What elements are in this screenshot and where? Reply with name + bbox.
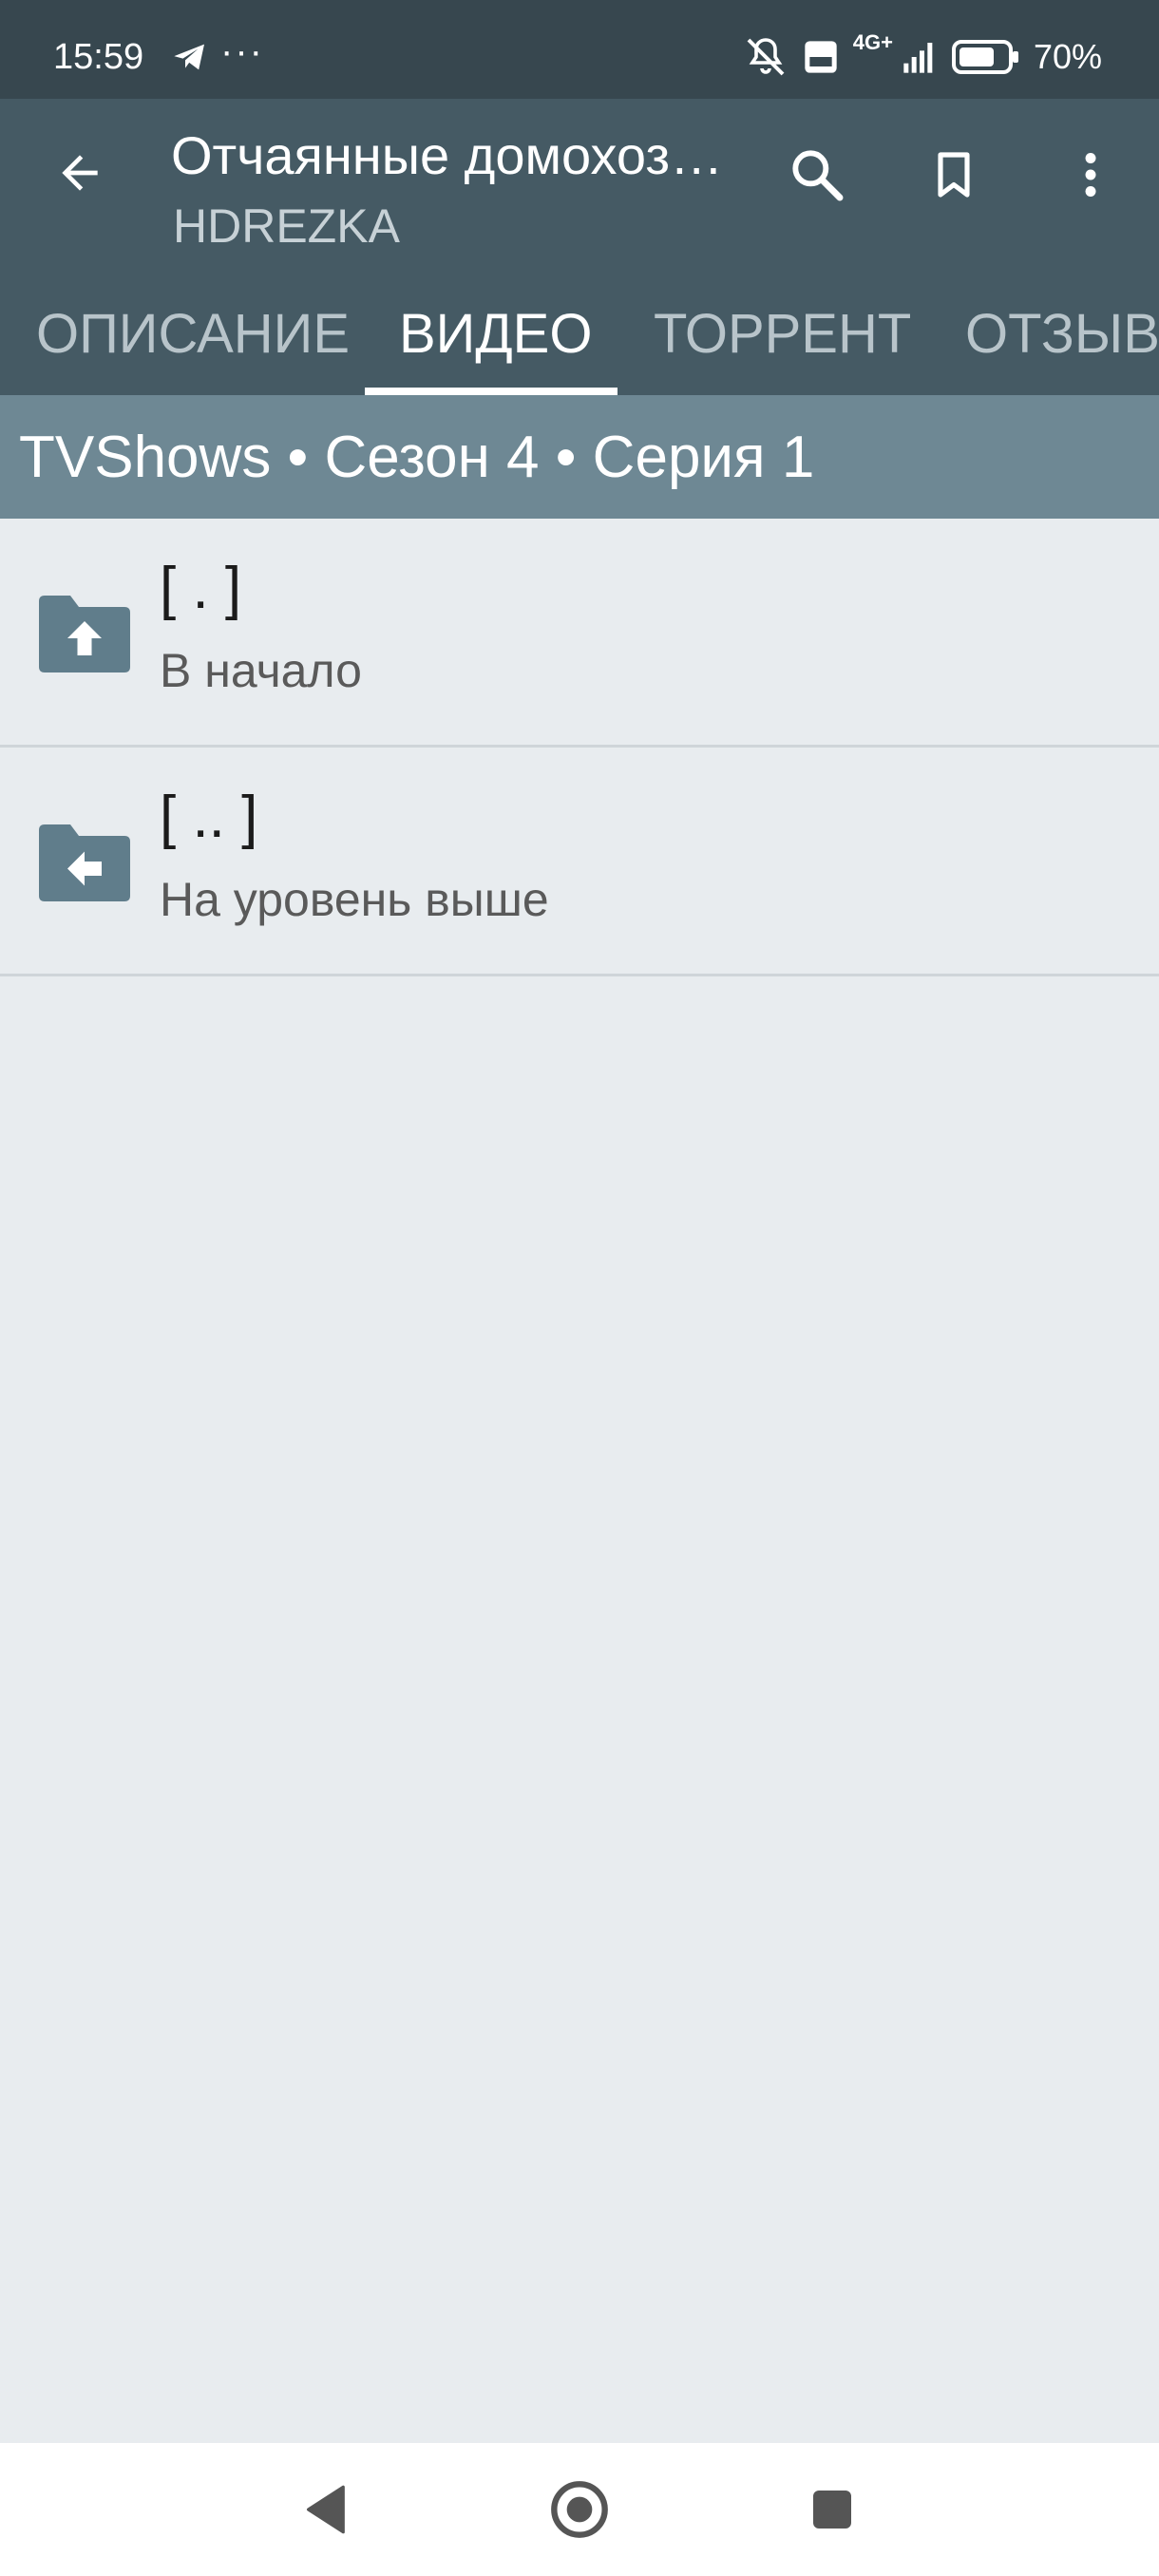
- tab-bar: ОПИСАНИЕ ВИДЕО ТОРРЕНТ ОТЗЫВЫ: [0, 285, 1159, 395]
- system-nav-bar: [0, 2443, 1159, 2576]
- mute-icon: [747, 38, 785, 76]
- breadcrumb: TVShows • Сезон 4 • Серия 1: [0, 395, 1159, 519]
- more-options-button[interactable]: [1053, 137, 1129, 213]
- nav-recents-button[interactable]: [794, 2472, 870, 2548]
- search-button[interactable]: [779, 137, 855, 213]
- more-notifications-icon: ···: [220, 30, 264, 72]
- network-type: 4G+: [852, 30, 893, 54]
- list-item[interactable]: [ .. ] На уровень выше: [0, 748, 1159, 976]
- folder-list: [ . ] В начало [ .. ] На уровень выше: [0, 519, 1159, 976]
- signal-4g-icon: [903, 43, 933, 73]
- status-bar: 15:59 ··· 4G+ 70%: [0, 0, 1159, 99]
- battery-percent: 70%: [1033, 37, 1102, 76]
- page-subtitle: HDREZKA: [173, 199, 400, 253]
- search-icon: [792, 150, 844, 201]
- breadcrumb-path: TVShows • Сезон 4 • Серия 1: [19, 425, 815, 490]
- back-button[interactable]: [42, 135, 118, 211]
- bookmark-button[interactable]: [916, 137, 992, 213]
- page-title: Отчаянные домохозя…: [171, 125, 741, 185]
- tab-torrent[interactable]: ТОРРЕНТ: [654, 285, 911, 395]
- more-vert-icon: [1085, 153, 1096, 197]
- tab-reviews[interactable]: ОТЗЫВЫ: [965, 285, 1159, 395]
- folder-up-icon: [39, 596, 130, 672]
- telegram-icon: [174, 44, 204, 70]
- item-description: В начало: [160, 644, 362, 697]
- tab-description[interactable]: ОПИСАНИЕ: [36, 285, 350, 395]
- active-tab-indicator: [365, 388, 618, 395]
- item-name: [ .. ]: [160, 785, 258, 850]
- item-description: На уровень выше: [160, 873, 549, 926]
- circle-home-icon: [551, 2481, 608, 2538]
- volte-icon: [805, 41, 837, 73]
- nav-back-button[interactable]: [289, 2472, 365, 2548]
- tab-video[interactable]: ВИДЕО: [399, 285, 592, 395]
- battery-icon: [951, 40, 1018, 74]
- square-recents-icon: [813, 2491, 851, 2529]
- arrow-back-icon: [62, 155, 98, 191]
- app-bar: Отчаянные домохозя… HDREZKA ОПИСАНИЕ ВИД…: [0, 99, 1159, 395]
- triangle-back-icon: [306, 2485, 345, 2534]
- status-time: 15:59: [53, 37, 144, 77]
- nav-home-button[interactable]: [542, 2472, 618, 2548]
- item-name: [ . ]: [160, 556, 242, 621]
- list-item[interactable]: [ . ] В начало: [0, 519, 1159, 748]
- folder-back-icon: [39, 824, 130, 901]
- status-icons: 4G+ 70%: [730, 30, 1102, 84]
- bookmark-icon: [938, 152, 970, 198]
